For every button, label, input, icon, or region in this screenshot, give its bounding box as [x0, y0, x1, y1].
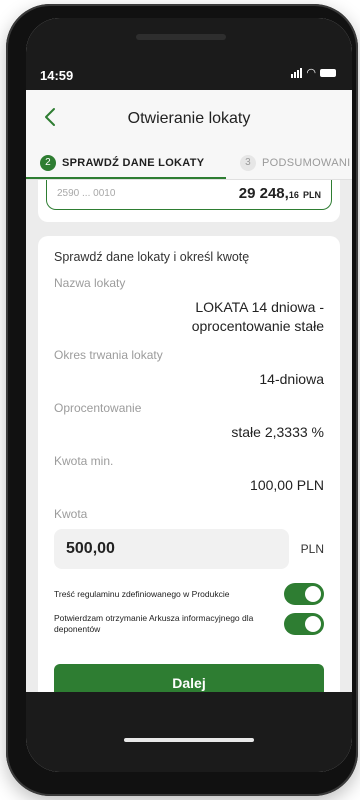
step-current-number: 2 [40, 155, 56, 171]
deposit-name-line2: oprocentowanie stałe [191, 318, 324, 334]
period-value: 14-dniowa [259, 371, 324, 387]
top-header: Otwieranie lokaty [26, 90, 352, 146]
balance-main: 29 248, [238, 185, 289, 202]
bottom-bar [26, 692, 352, 772]
step-current-label: SPRAWDŹ DANE LOKATY [62, 157, 205, 169]
toggle-knob [305, 586, 321, 602]
page-title: Otwieranie lokaty [127, 110, 251, 127]
min-amount-label: Kwota min. [54, 454, 114, 468]
terms-consent-toggle[interactable] [284, 583, 324, 605]
terms-consent-row: Treść regulaminu zdefiniowanego w Produk… [54, 583, 324, 605]
speaker-notch [136, 34, 226, 40]
period-label: Okres trwania lokaty [54, 348, 163, 362]
amount-currency: PLN [300, 542, 324, 556]
rate-value: stałe 2,3333 % [231, 424, 324, 440]
info-consent-row: Potwierdzam otrzymanie Arkusza informacy… [54, 613, 324, 635]
step-active-underline [26, 177, 226, 179]
amount-label: Kwota [54, 507, 88, 521]
phone-screen: 14:59 ◠ Otwieranie lokaty 2 SPRAWDŹ DANE… [26, 18, 352, 772]
amount-row: 500,00 PLN [54, 529, 324, 569]
info-consent-text: Potwierdzam otrzymanie Arkusza informacy… [54, 613, 254, 634]
info-consent-toggle[interactable] [284, 613, 324, 635]
phone-frame: 14:59 ◠ Otwieranie lokaty 2 SPRAWDŹ DANE… [6, 4, 358, 796]
account-number: 2590 ... 0010 [57, 188, 116, 199]
step-next-label: PODSUMOWANI [262, 157, 351, 169]
step-current: 2 SPRAWDŹ DANE LOKATY [40, 155, 204, 171]
account-card: 2590 ... 0010 29 248,16 PLN [38, 180, 340, 222]
app-content: Otwieranie lokaty 2 SPRAWDŹ DANE LOKATY … [26, 90, 352, 716]
toggle-knob [305, 616, 321, 632]
account-balance: 29 248,16 PLN [239, 185, 321, 202]
deposit-name-label: Nazwa lokaty [54, 276, 126, 290]
deposit-details-card: Sprawdź dane lokaty i określ kwotę Nazwa… [38, 236, 340, 716]
status-time: 14:59 [40, 68, 74, 83]
amount-input[interactable]: 500,00 [54, 529, 289, 569]
account-selector[interactable]: 2590 ... 0010 29 248,16 PLN [46, 180, 332, 210]
home-indicator[interactable] [124, 738, 254, 742]
battery-icon [320, 69, 336, 77]
step-next: 3 PODSUMOWANI [240, 155, 350, 171]
details-intro: Sprawdź dane lokaty i określ kwotę [54, 250, 250, 264]
step-next-number: 3 [240, 155, 256, 171]
status-icons: ◠ [291, 67, 336, 79]
status-bar: 14:59 ◠ [26, 18, 352, 90]
balance-decimals: 16 [288, 190, 299, 200]
wifi-icon: ◠ [306, 67, 316, 79]
signal-icon [291, 68, 303, 78]
deposit-name-line1: LOKATA 14 dniowa - [195, 299, 324, 315]
deposit-name-value: LOKATA 14 dniowa - oprocentowanie stałe [54, 298, 324, 336]
balance-currency: PLN [303, 190, 321, 200]
terms-consent-text: Treść regulaminu zdefiniowanego w Produk… [54, 588, 230, 599]
stepper: 2 SPRAWDŹ DANE LOKATY 3 PODSUMOWANI [26, 146, 352, 180]
min-amount-value: 100,00 PLN [250, 477, 324, 493]
rate-label: Oprocentowanie [54, 401, 142, 415]
